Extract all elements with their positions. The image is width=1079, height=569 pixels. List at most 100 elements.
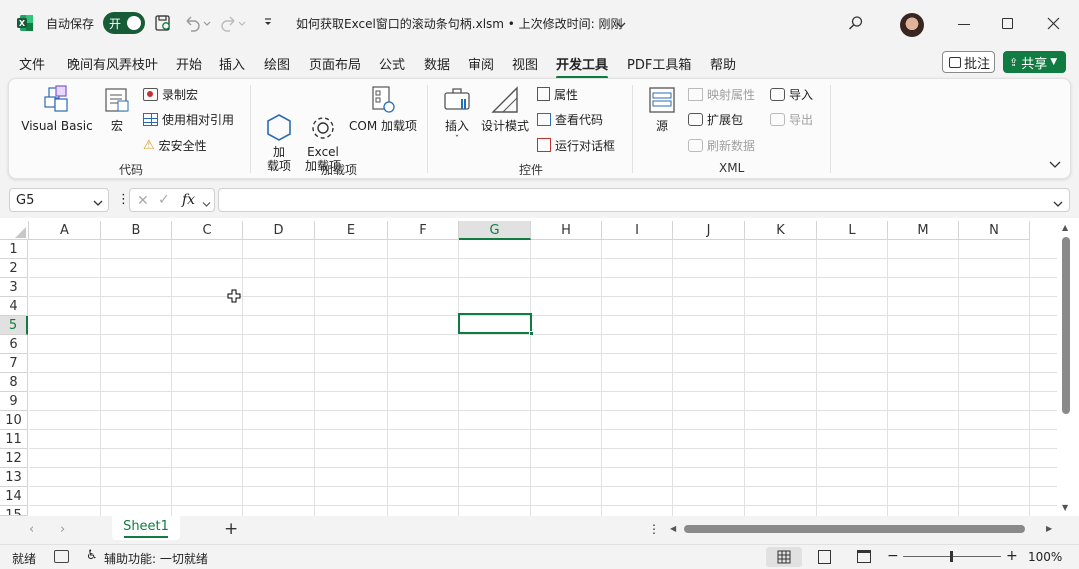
row-header-9[interactable]: 9 xyxy=(0,392,28,411)
xml-export-button[interactable]: 导出 xyxy=(770,110,813,128)
row-header-11[interactable]: 11 xyxy=(0,430,28,449)
zoom-slider-thumb[interactable] xyxy=(950,551,953,562)
cell-mode-icon[interactable] xyxy=(54,550,69,563)
row-header-13[interactable]: 13 xyxy=(0,468,28,487)
row-header-1[interactable]: 1 xyxy=(0,240,28,259)
normal-view-button[interactable] xyxy=(766,547,802,567)
row-header-2[interactable]: 2 xyxy=(0,259,28,278)
relative-ref-button[interactable]: 使用相对引用 xyxy=(143,110,234,128)
expand-formula-icon[interactable] xyxy=(1053,197,1063,211)
column-header-g[interactable]: G xyxy=(459,221,531,240)
row-header-10[interactable]: 10 xyxy=(0,411,28,430)
row-header-14[interactable]: 14 xyxy=(0,487,28,506)
redo-icon[interactable] xyxy=(220,14,248,32)
cell-area[interactable] xyxy=(29,240,1057,516)
sheet-bar-more-icon[interactable]: ⋮ xyxy=(648,522,660,536)
title-chevron-down-icon[interactable] xyxy=(616,18,626,28)
map-properties-button[interactable]: 映射属性 xyxy=(688,85,755,103)
prev-sheet-icon[interactable]: ‹ xyxy=(29,522,34,537)
tab-draw[interactable]: 绘图 xyxy=(264,54,290,73)
macros-button[interactable]: 宏 xyxy=(99,85,135,133)
column-header-i[interactable]: I xyxy=(602,221,673,240)
insert-control-button[interactable]: 插入 ˇ xyxy=(437,85,477,147)
xml-import-button[interactable]: 导入 xyxy=(770,85,813,103)
macro-security-button[interactable]: ⚠ 宏安全性 xyxy=(143,136,207,154)
column-header-f[interactable]: F xyxy=(388,221,459,240)
row-header-12[interactable]: 12 xyxy=(0,449,28,468)
horizontal-scrollbar[interactable]: ◀ ▶ xyxy=(668,522,1058,536)
autosave-toggle[interactable]: 开 xyxy=(103,12,145,34)
close-icon[interactable] xyxy=(1047,17,1060,30)
com-addins-button[interactable]: COM 加载项 xyxy=(347,85,419,133)
xml-source-button[interactable]: 源 xyxy=(645,85,679,133)
sheet-tab-sheet1[interactable]: Sheet1 xyxy=(112,516,180,540)
select-all-corner[interactable] xyxy=(0,221,29,240)
column-header-m[interactable]: M xyxy=(888,221,959,240)
scroll-left-icon[interactable]: ◀ xyxy=(670,524,676,533)
row-header-6[interactable]: 6 xyxy=(0,335,28,354)
scroll-up-icon[interactable]: ▲ xyxy=(1062,223,1068,232)
scroll-right-icon[interactable]: ▶ xyxy=(1046,524,1052,533)
tab-home[interactable]: 开始 xyxy=(176,54,202,73)
add-sheet-icon[interactable]: + xyxy=(224,519,238,539)
column-header-n[interactable]: N xyxy=(959,221,1030,240)
worksheet-grid[interactable]: ▲ ▼ A B C D E F G H I J K L M N 1 2 3 4 5 6 7 8 9 10 11 12 13 14 15 xyxy=(0,218,1079,516)
collapse-ribbon-icon[interactable] xyxy=(1049,159,1061,169)
tab-pdf-tools[interactable]: PDF工具箱 xyxy=(627,54,691,73)
addins-button[interactable]: 加 载项 xyxy=(261,85,297,173)
column-header-l[interactable]: L xyxy=(817,221,888,240)
column-header-b[interactable]: B xyxy=(101,221,172,240)
tab-help[interactable]: 帮助 xyxy=(710,54,736,73)
column-header-c[interactable]: C xyxy=(172,221,243,240)
minimize-icon[interactable] xyxy=(958,24,970,25)
fill-handle[interactable] xyxy=(529,331,534,336)
zoom-out-icon[interactable]: − xyxy=(887,548,899,564)
visual-basic-button[interactable]: Visual Basic xyxy=(21,85,93,133)
row-header-8[interactable]: 8 xyxy=(0,373,28,392)
row-header-4[interactable]: 4 xyxy=(0,297,28,316)
run-dialog-button[interactable]: 运行对话框 xyxy=(537,136,615,154)
tab-view[interactable]: 视图 xyxy=(512,54,538,73)
save-icon[interactable] xyxy=(154,14,172,32)
zoom-slider[interactable] xyxy=(903,551,1001,562)
row-header-5[interactable]: 5 xyxy=(0,316,28,335)
fx-chevron-icon[interactable] xyxy=(202,197,211,211)
tab-file[interactable]: 文件 xyxy=(19,54,45,73)
selected-cell[interactable] xyxy=(458,313,534,336)
tab-page-layout[interactable]: 页面布局 xyxy=(309,54,361,73)
design-mode-button[interactable]: 设计模式 xyxy=(479,85,531,133)
column-header-d[interactable]: D xyxy=(243,221,315,240)
column-header-k[interactable]: K xyxy=(745,221,817,240)
insert-function-icon[interactable]: fx xyxy=(182,192,195,208)
tab-insert[interactable]: 插入 xyxy=(219,54,245,73)
column-header-e[interactable]: E xyxy=(315,221,388,240)
tab-review[interactable]: 审阅 xyxy=(468,54,494,73)
tab-custom[interactable]: 晚间有风弄枝叶 xyxy=(67,54,158,73)
share-button[interactable]: ⇪ 共享 ▼ xyxy=(1003,51,1066,73)
cancel-icon[interactable]: ✕ xyxy=(137,193,149,209)
undo-icon[interactable] xyxy=(183,14,211,32)
excel-addins-button[interactable]: Excel 加载项 xyxy=(301,85,345,173)
page-break-view-icon[interactable] xyxy=(857,550,871,563)
vertical-scrollbar[interactable]: ▲ ▼ xyxy=(1059,221,1073,516)
column-header-a[interactable]: A xyxy=(29,221,101,240)
name-box[interactable]: G5 xyxy=(9,188,109,212)
search-icon[interactable] xyxy=(848,15,864,31)
formula-input[interactable] xyxy=(218,188,1070,212)
page-layout-view-icon[interactable] xyxy=(818,550,831,564)
row-header-7[interactable]: 7 xyxy=(0,354,28,373)
tab-formulas[interactable]: 公式 xyxy=(379,54,405,73)
record-macro-button[interactable]: 录制宏 xyxy=(143,85,198,103)
h-scroll-thumb[interactable] xyxy=(684,525,1025,533)
zoom-level[interactable]: 100% xyxy=(1028,550,1062,564)
customize-qat-icon[interactable] xyxy=(262,16,274,28)
zoom-in-icon[interactable]: + xyxy=(1006,548,1018,564)
expansion-packs-button[interactable]: 扩展包 xyxy=(688,110,743,128)
tab-data[interactable]: 数据 xyxy=(424,54,450,73)
document-title[interactable]: 如何获取Excel窗口的滚动条句柄.xlsm • 上次修改时间: 刚刚 xyxy=(296,15,623,32)
row-header-15[interactable]: 15 xyxy=(0,506,28,516)
column-header-j[interactable]: J xyxy=(673,221,745,240)
maximize-icon[interactable] xyxy=(1002,18,1013,29)
column-header-h[interactable]: H xyxy=(531,221,602,240)
accessibility-status[interactable]: 辅助功能: 一切就绪 xyxy=(104,550,208,567)
